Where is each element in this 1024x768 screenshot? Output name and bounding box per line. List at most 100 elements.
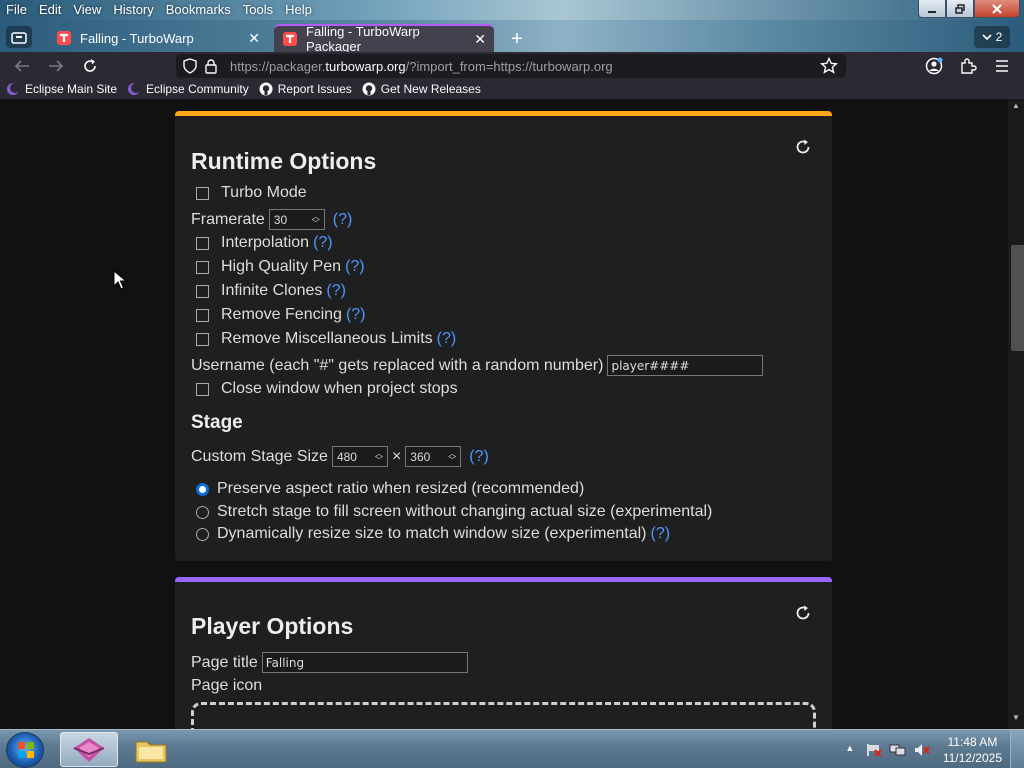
- bookmark-report-issues[interactable]: Report Issues: [259, 82, 352, 96]
- stage-size-help-link[interactable]: (?): [469, 448, 489, 466]
- network-icon[interactable]: [889, 743, 907, 757]
- close-icon: [992, 3, 1002, 14]
- system-clock[interactable]: 11:48 AM 11/12/2025: [943, 734, 1002, 766]
- infinite-clones-help-link[interactable]: (?): [326, 282, 346, 300]
- infinite-clones-checkbox[interactable]: [196, 284, 209, 298]
- stage-width-input[interactable]: 480 ︿ ﹀: [331, 446, 388, 467]
- menu-help[interactable]: Help: [279, 0, 318, 20]
- start-button[interactable]: [6, 732, 44, 768]
- dynamic-resize-radio[interactable]: [196, 527, 209, 541]
- tab-turbowarp-packager[interactable]: Falling - TurboWarp Packager ✕: [274, 24, 494, 54]
- shield-icon[interactable]: [182, 58, 200, 74]
- bookmark-star-icon[interactable]: [820, 57, 842, 75]
- framerate-help-link[interactable]: (?): [333, 211, 353, 229]
- bookmark-eclipse-community[interactable]: Eclipse Community: [127, 82, 249, 96]
- new-tab-button[interactable]: +: [506, 28, 528, 50]
- remove-fencing-option[interactable]: Remove Fencing (?): [191, 306, 366, 324]
- high-quality-pen-option[interactable]: High Quality Pen (?): [191, 258, 365, 276]
- menu-edit[interactable]: Edit: [33, 0, 67, 20]
- page-icon-dropzone[interactable]: [191, 702, 816, 729]
- framerate-option: Framerate 30 ︿ ﹀ (?): [191, 209, 352, 230]
- runtime-options-card: Runtime Options Turbo Mode Framerate 30 …: [175, 111, 832, 561]
- player-options-card: Player Options Page title Falling Page i…: [175, 577, 832, 729]
- bookmark-eclipse-main-site[interactable]: Eclipse Main Site: [6, 82, 117, 96]
- forward-button[interactable]: [46, 56, 66, 76]
- preserve-aspect-ratio-option[interactable]: Preserve aspect ratio when resized (reco…: [191, 480, 584, 498]
- scroll-up-icon[interactable]: ▲: [1011, 101, 1021, 110]
- high-quality-pen-checkbox[interactable]: [196, 260, 209, 274]
- username-label: Username (each "#" gets replaced with a …: [191, 356, 604, 374]
- minimize-icon: [928, 10, 936, 13]
- bookmark-get-new-releases[interactable]: Get New Releases: [362, 82, 481, 96]
- high-quality-pen-help-link[interactable]: (?): [345, 258, 365, 276]
- tray-expand-icon[interactable]: ▲: [841, 743, 859, 757]
- tab-turbowarp[interactable]: Falling - TurboWarp ✕: [48, 24, 268, 52]
- close-tab-icon[interactable]: ✕: [248, 30, 260, 47]
- remove-misc-limits-help-link[interactable]: (?): [437, 330, 457, 348]
- interpolation-option[interactable]: Interpolation (?): [191, 234, 333, 252]
- address-bar[interactable]: https://packager.turbowarp.org/?import_f…: [176, 54, 846, 78]
- taskbar-explorer-button[interactable]: [126, 732, 176, 767]
- extensions-button[interactable]: [958, 56, 978, 76]
- stretch-stage-option[interactable]: Stretch stage to fill screen without cha…: [191, 503, 712, 521]
- spinner-arrows-icon[interactable]: ︿ ﹀: [375, 449, 383, 464]
- account-button[interactable]: [924, 56, 944, 76]
- spinner-arrows-icon[interactable]: ︿ ﹀: [312, 212, 320, 227]
- scrollbar-thumb[interactable]: [1011, 245, 1024, 351]
- maximize-button[interactable]: [946, 0, 974, 18]
- menu-bookmarks[interactable]: Bookmarks: [160, 0, 237, 20]
- runtime-options-heading: Runtime Options: [191, 148, 377, 174]
- menu-tools[interactable]: Tools: [237, 0, 279, 20]
- scroll-down-icon[interactable]: ▼: [1011, 713, 1021, 722]
- app-menu-button[interactable]: [992, 56, 1012, 76]
- tab-count: 2: [995, 30, 1003, 44]
- lock-icon[interactable]: [204, 58, 222, 74]
- username-input[interactable]: player####: [607, 355, 764, 376]
- interpolation-checkbox[interactable]: [196, 236, 209, 250]
- close-window-checkbox[interactable]: [196, 382, 209, 396]
- preserve-aspect-ratio-radio[interactable]: [196, 482, 209, 496]
- reset-icon[interactable]: [794, 604, 812, 622]
- player-options-heading: Player Options: [191, 613, 354, 639]
- dynamic-resize-option[interactable]: Dynamically resize size to match window …: [191, 525, 670, 543]
- eclipse-browser-icon: [73, 737, 105, 762]
- framerate-input[interactable]: 30 ︿ ﹀: [268, 209, 325, 230]
- folder-icon: [135, 741, 167, 762]
- stage-height-input[interactable]: 360 ︿ ﹀: [405, 446, 462, 467]
- page-content: Runtime Options Turbo Mode Framerate 30 …: [0, 99, 1008, 729]
- page-title-label: Page title: [191, 653, 258, 671]
- turbo-mode-checkbox[interactable]: [196, 186, 209, 200]
- menu-view[interactable]: View: [67, 0, 107, 20]
- close-window-option[interactable]: Close window when project stops: [191, 380, 458, 398]
- stretch-stage-radio[interactable]: [196, 505, 209, 519]
- tab-list-button[interactable]: [6, 26, 32, 48]
- menu-history[interactable]: History: [107, 0, 159, 20]
- remove-misc-limits-checkbox[interactable]: [196, 332, 209, 346]
- remove-fencing-help-link[interactable]: (?): [346, 306, 366, 324]
- clock-time: 11:48 AM: [947, 735, 998, 749]
- page-title-input[interactable]: Falling: [261, 652, 468, 673]
- interpolation-help-link[interactable]: (?): [313, 234, 333, 252]
- menu-file[interactable]: File: [0, 0, 33, 20]
- volume-muted-icon[interactable]: [913, 743, 931, 757]
- reload-button[interactable]: [80, 56, 100, 76]
- eclipse-moon-icon: [128, 83, 142, 95]
- remove-fencing-checkbox[interactable]: [196, 308, 209, 322]
- remove-misc-limits-option[interactable]: Remove Miscellaneous Limits (?): [191, 330, 456, 348]
- close-tab-icon[interactable]: ✕: [474, 31, 486, 48]
- dynamic-resize-help-link[interactable]: (?): [650, 525, 670, 543]
- tab-overflow-button[interactable]: 2: [974, 26, 1010, 48]
- taskbar-browser-button[interactable]: [60, 732, 118, 767]
- infinite-clones-option[interactable]: Infinite Clones (?): [191, 282, 346, 300]
- show-desktop-button[interactable]: [1010, 730, 1024, 768]
- spinner-arrows-icon[interactable]: ︿ ﹀: [448, 449, 456, 464]
- action-center-flag-icon[interactable]: [865, 743, 883, 757]
- vertical-scrollbar[interactable]: ▲ ▼: [1008, 99, 1024, 729]
- reload-icon: [84, 59, 96, 72]
- minimize-button[interactable]: [918, 0, 946, 18]
- restore-icon: [955, 3, 965, 14]
- reset-icon[interactable]: [794, 138, 812, 156]
- close-window-button[interactable]: [974, 0, 1020, 18]
- back-button[interactable]: [12, 56, 32, 76]
- turbo-mode-option[interactable]: Turbo Mode: [191, 184, 307, 202]
